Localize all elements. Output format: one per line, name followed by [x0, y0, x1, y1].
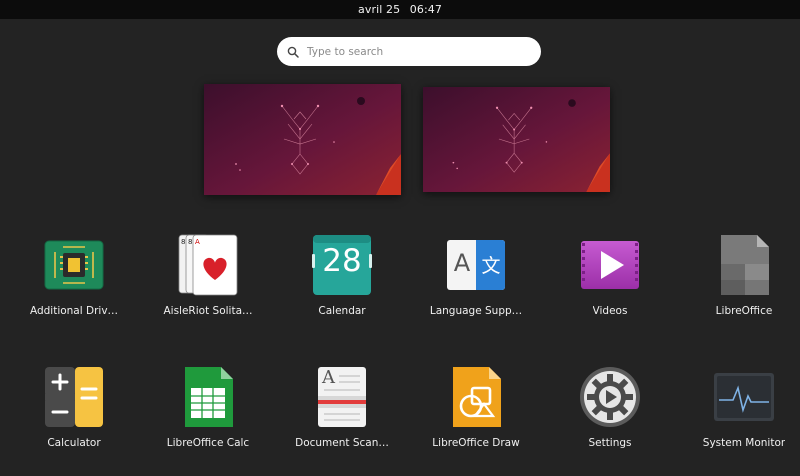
app-label: AisleRiot Solita… [163, 305, 253, 317]
gear-icon [579, 366, 641, 428]
svg-text:8: 8 [188, 238, 192, 246]
scanner-glyph: A [322, 367, 335, 388]
clock-date: avril 25 [358, 3, 401, 16]
app-label: Additional Driv… [29, 305, 119, 317]
app-label: Calendar [318, 305, 366, 317]
app-calendar[interactable]: 28 Calendar [280, 234, 404, 344]
system-monitor-icon [713, 366, 775, 428]
app-language-support[interactable]: A 文 Language Supp… [414, 234, 538, 344]
app-label: LibreOffice Calc [166, 437, 250, 449]
playing-cards-icon: 8 8 A [177, 234, 239, 296]
video-play-icon [579, 234, 641, 296]
calendar-day: 28 [322, 243, 362, 279]
search-icon [287, 46, 299, 58]
language-icon: A 文 [445, 234, 507, 296]
app-label: System Monitor [702, 437, 786, 449]
app-label: Calculator [47, 437, 101, 449]
app-calculator[interactable]: Calculator [12, 366, 136, 476]
app-libreoffice-calc[interactable]: LibreOffice Calc [146, 366, 270, 476]
search-placeholder: Type to search [307, 45, 384, 58]
language-glyph-a: A [453, 249, 471, 277]
app-label: Document Scan… [295, 437, 389, 449]
app-additional-drivers[interactable]: Additional Driv… [12, 234, 136, 344]
app-aisleriot-solitaire[interactable]: 8 8 A AisleRiot Solita… [146, 234, 270, 344]
chip-icon [43, 234, 105, 296]
svg-text:A: A [195, 238, 200, 246]
workspace-thumbnail-2[interactable] [423, 87, 610, 192]
spreadsheet-icon [177, 366, 239, 428]
app-label: LibreOffice Draw [432, 437, 520, 449]
clock[interactable]: avril 25 06:47 [355, 3, 445, 16]
app-document-scanner[interactable]: A Document Scan… [280, 366, 404, 476]
top-bar: avril 25 06:47 [0, 0, 800, 19]
scanner-icon: A [311, 366, 373, 428]
app-libreoffice[interactable]: LibreOffice [682, 234, 800, 344]
workspace-thumbnail-1[interactable] [204, 84, 401, 195]
app-libreoffice-draw[interactable]: LibreOffice Draw [414, 366, 538, 476]
calendar-icon: 28 [311, 234, 373, 296]
app-label: Settings [588, 437, 632, 449]
app-label: Videos [592, 305, 628, 317]
clock-time: 06:47 [409, 3, 442, 16]
app-videos[interactable]: Videos [548, 234, 672, 344]
libreoffice-icon [713, 234, 775, 296]
search-input[interactable]: Type to search [277, 37, 541, 66]
app-system-monitor[interactable]: System Monitor [682, 366, 800, 476]
svg-text:8: 8 [181, 238, 185, 246]
language-glyph-b: 文 [481, 255, 501, 277]
app-label: LibreOffice [715, 305, 773, 317]
calculator-icon [43, 366, 105, 428]
draw-icon [445, 366, 507, 428]
app-label: Language Supp… [429, 305, 523, 317]
app-settings[interactable]: Settings [548, 366, 672, 476]
